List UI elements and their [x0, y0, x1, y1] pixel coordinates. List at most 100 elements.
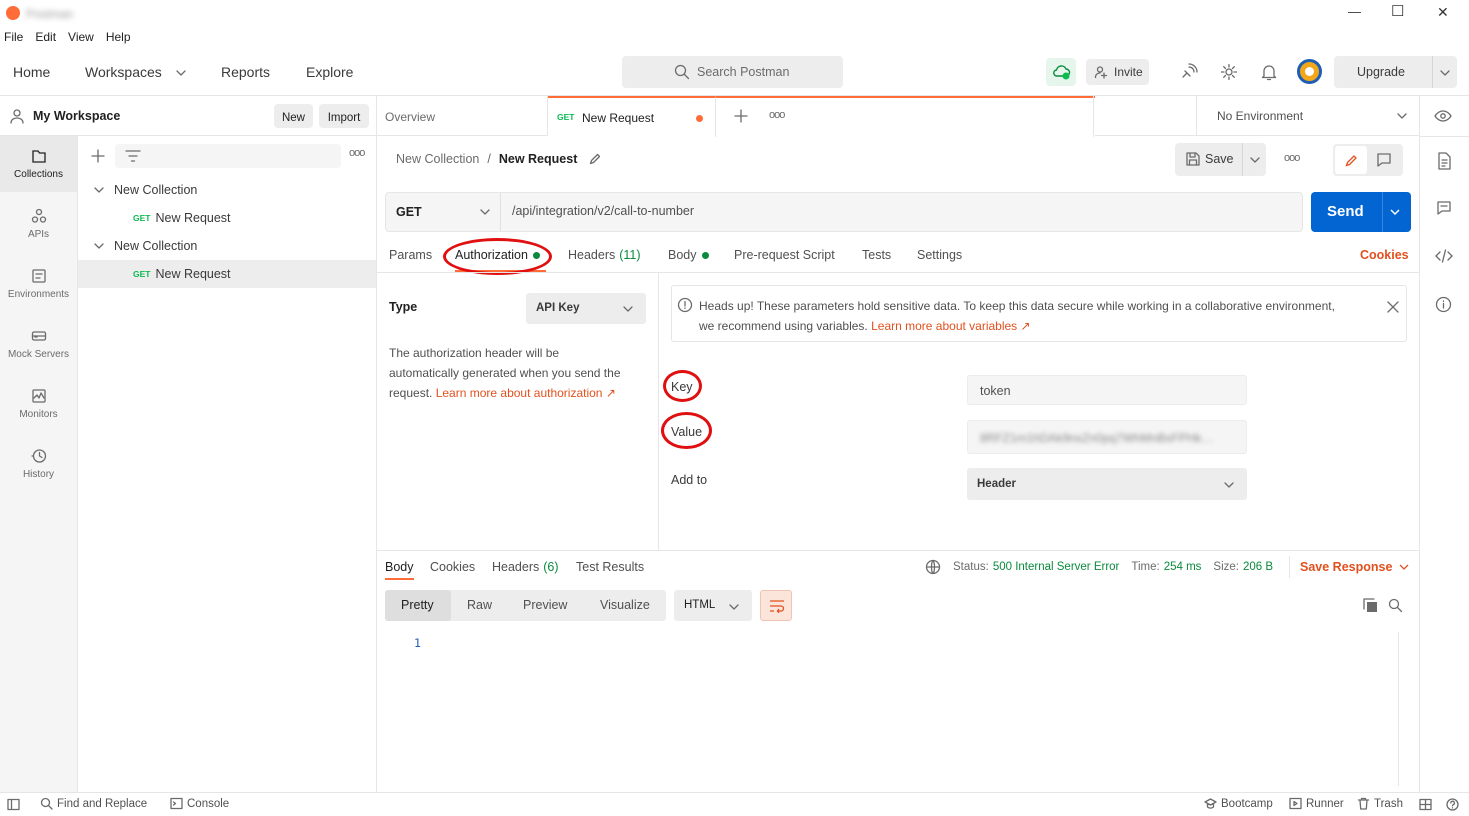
response-tab-cookies[interactable]: Cookies	[430, 560, 475, 574]
close-button[interactable]: ✕	[1437, 4, 1449, 21]
close-icon[interactable]	[1387, 301, 1399, 313]
eye-icon[interactable]	[1434, 109, 1452, 123]
rail-history[interactable]: History	[0, 436, 77, 492]
view-raw[interactable]: Raw	[467, 598, 492, 612]
tree-request-selected[interactable]: GET New Request	[78, 260, 376, 288]
tree-request[interactable]: GET New Request	[78, 204, 376, 232]
rail-monitors[interactable]: Monitors	[0, 376, 77, 432]
runner-button[interactable]: Runner	[1289, 797, 1344, 810]
search-input[interactable]: Search Postman	[622, 56, 843, 88]
rail-mock-servers[interactable]: Mock Servers	[0, 316, 77, 372]
layout-icon[interactable]	[1419, 798, 1432, 811]
send-button[interactable]: Send	[1311, 192, 1411, 232]
rail-collections[interactable]: Collections	[0, 136, 77, 192]
environment-select[interactable]: No Environment	[1196, 96, 1419, 136]
tab-params[interactable]: Params	[389, 248, 432, 262]
response-tab-headers[interactable]: Headers (6)	[492, 560, 559, 574]
minimize-button[interactable]: —	[1348, 4, 1361, 19]
value-input[interactable]: 8RFZ1m1hDAk9nxZn0pq7WhMnBxFPHk…	[967, 420, 1247, 454]
size-value[interactable]: 206 B	[1243, 561, 1273, 573]
view-preview[interactable]: Preview	[523, 598, 567, 612]
globe-icon[interactable]	[925, 559, 941, 575]
time-value[interactable]: 254 ms	[1164, 561, 1202, 573]
plus-icon[interactable]	[91, 149, 105, 163]
editor-scrollbar[interactable]	[1398, 632, 1410, 786]
tree-collection[interactable]: New Collection	[78, 232, 376, 260]
find-replace-button[interactable]: Find and Replace	[40, 797, 147, 810]
search-icon[interactable]	[1388, 598, 1403, 613]
key-input[interactable]: token	[967, 375, 1247, 405]
menu-view[interactable]: View	[68, 30, 94, 44]
filter-input[interactable]	[115, 144, 341, 168]
response-tab-body[interactable]: Body	[385, 560, 414, 574]
workspace-bar: My Workspace New Import	[0, 96, 377, 136]
menu-edit[interactable]: Edit	[35, 30, 56, 44]
console-button[interactable]: Console	[170, 797, 229, 810]
rail-apis[interactable]: APIs	[0, 196, 77, 252]
tab-body[interactable]: Body	[668, 248, 709, 262]
mode-toggle[interactable]	[1333, 144, 1403, 176]
help-icon[interactable]	[1446, 798, 1459, 811]
save-button[interactable]: Save	[1175, 143, 1266, 176]
nav-home[interactable]: Home	[13, 64, 50, 80]
chevron-down-icon[interactable]	[1439, 68, 1451, 78]
nav-explore[interactable]: Explore	[306, 64, 353, 80]
nav-workspaces[interactable]: Workspaces	[85, 64, 162, 80]
workspace-name[interactable]: My Workspace	[33, 109, 120, 123]
satellite-icon[interactable]	[1180, 63, 1198, 81]
tab-active[interactable]: GET New Request	[548, 96, 716, 137]
request-more-icon[interactable]: ooo	[1284, 152, 1300, 164]
import-button[interactable]: Import	[319, 104, 369, 128]
tab-more-icon[interactable]: ooo	[769, 109, 785, 121]
comments-icon[interactable]	[1436, 200, 1452, 216]
tab-headers[interactable]: Headers (11)	[568, 248, 641, 262]
nav-reports[interactable]: Reports	[221, 64, 270, 80]
pencil-icon[interactable]	[589, 153, 601, 165]
edit-mode-button[interactable]	[1335, 146, 1367, 174]
maximize-button[interactable]: ☐	[1391, 2, 1404, 20]
view-pretty[interactable]: Pretty	[385, 590, 451, 621]
documentation-icon[interactable]	[1436, 152, 1452, 170]
format-select[interactable]: HTML	[674, 590, 752, 621]
tree-collection[interactable]: New Collection	[78, 176, 376, 204]
chevron-down-icon[interactable]	[1249, 155, 1261, 165]
cookies-link[interactable]: Cookies	[1360, 248, 1409, 262]
tab-prerequest[interactable]: Pre-request Script	[734, 248, 835, 262]
view-visualize[interactable]: Visualize	[600, 598, 650, 612]
add-to-select[interactable]: Header	[967, 468, 1247, 500]
trash-button[interactable]: Trash	[1357, 797, 1403, 810]
learn-more-variables-link[interactable]: Learn more about variables ↗	[871, 319, 1030, 333]
menu-help[interactable]: Help	[106, 30, 131, 44]
copy-icon[interactable]	[1363, 598, 1378, 613]
info-icon[interactable]	[1435, 296, 1452, 313]
breadcrumb-request[interactable]: New Request	[499, 152, 578, 166]
new-tab-plus-icon[interactable]	[734, 109, 748, 123]
wrap-lines-button[interactable]	[760, 590, 792, 621]
tab-settings[interactable]: Settings	[917, 248, 962, 262]
breadcrumb-collection[interactable]: New Collection	[396, 152, 479, 166]
response-tab-test-results[interactable]: Test Results	[576, 560, 644, 574]
invite-button[interactable]: Invite	[1086, 59, 1149, 85]
method-select[interactable]: GET	[386, 193, 501, 231]
sync-status-icon[interactable]	[1046, 58, 1076, 86]
code-icon[interactable]	[1435, 249, 1453, 263]
tab-tests[interactable]: Tests	[862, 248, 891, 262]
url-input[interactable]: /api/integration/v2/call-to-number	[502, 193, 1302, 231]
comment-mode-icon[interactable]	[1377, 153, 1391, 167]
rail-environments[interactable]: Environments	[0, 256, 77, 312]
status-value[interactable]: 500 Internal Server Error	[993, 561, 1120, 573]
tab-overview[interactable]: Overview	[377, 96, 548, 136]
new-button[interactable]: New	[274, 104, 313, 128]
learn-more-authorization-link[interactable]: Learn more about authorization ↗	[436, 386, 616, 400]
sidebar-toggle-icon[interactable]	[7, 798, 20, 811]
save-response-button[interactable]: Save Response	[1300, 560, 1410, 574]
bell-icon[interactable]	[1260, 63, 1278, 81]
chevron-down-icon[interactable]	[1389, 207, 1401, 217]
more-options-icon[interactable]: ooo	[349, 147, 365, 159]
menu-file[interactable]: File	[4, 30, 23, 44]
upgrade-button[interactable]: Upgrade	[1334, 56, 1457, 88]
auth-type-select[interactable]: API Key	[526, 293, 646, 324]
avatar[interactable]	[1297, 59, 1322, 84]
gear-icon[interactable]	[1220, 63, 1238, 81]
bootcamp-button[interactable]: Bootcamp	[1204, 797, 1273, 810]
